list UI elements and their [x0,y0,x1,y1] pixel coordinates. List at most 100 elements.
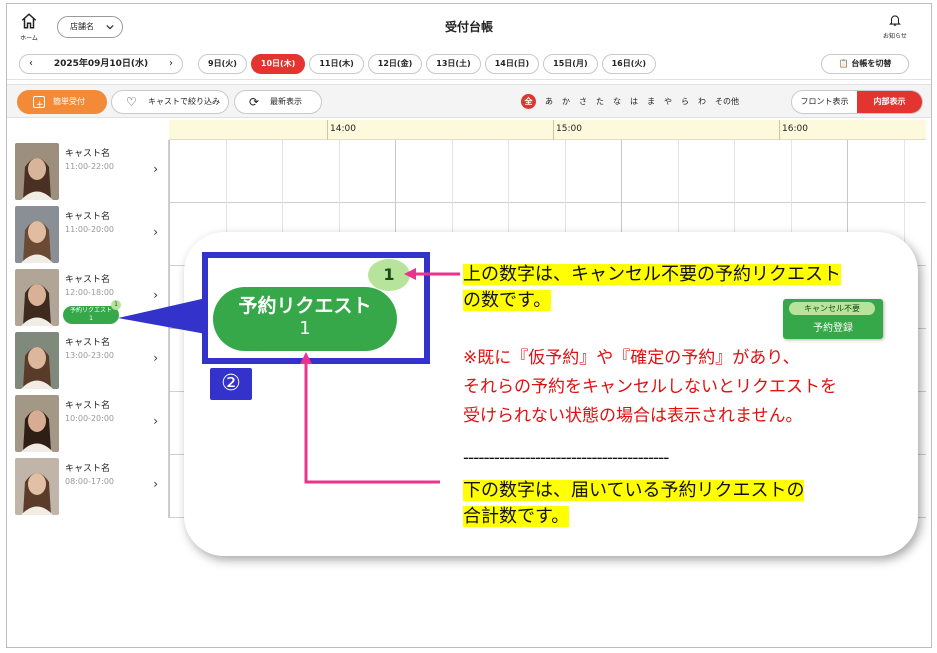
cast-hours: 11:00-20:00 [65,225,114,234]
cast-name: キャスト名 [65,338,111,348]
explanation-bottom-line1: 下の数字は、届いている予約リクエストの [463,480,805,501]
cast-cell[interactable]: キャスト名 11:00-22:00 › [11,140,169,203]
kana-filter-item[interactable]: その他 [715,96,739,107]
top-header: ホーム 店舗名 受付台帳 お知らせ [7,4,931,52]
prev-date-icon[interactable]: ‹ [29,55,33,73]
time-slot-line [169,455,170,518]
heart-icon: ♡ [126,95,137,109]
cast-cell[interactable]: キャスト名 11:00-20:00 › [11,203,169,266]
day-tab[interactable]: 15日(月) [543,54,598,74]
cancel-free-tag: キャンセル不要 [789,302,875,315]
note-line2: それらの予約をキャンセルしないとリクエストを [463,377,837,397]
cast-photo [15,395,59,452]
date-picker[interactable]: ‹ 2025年09月10日(水) › [19,54,183,74]
kana-filter-item[interactable]: は [630,96,638,107]
explanation-note: ※既に『仮予約』や『確定の予約』があり、 それらの予約をキャンセルしないとリクエ… [463,344,837,431]
hour-divider [779,120,780,140]
notice-label: お知らせ [883,33,907,40]
front-view-tab[interactable]: フロント表示 [792,91,857,113]
cast-cell[interactable]: キャスト名 10:00-20:00 › [11,392,169,455]
note-line1: ※既に『仮予約』や『確定の予約』があり、 [463,348,800,368]
time-slot-line [339,140,340,203]
day-tabs: 9日(火) 10日(木) 11日(木) 12日(金) 13日(土) 14日(日) 15日(月… [198,54,657,74]
request-label: 予約リクエスト [69,307,112,314]
time-slot-line [734,140,735,203]
day-tab[interactable]: 9日(火) [198,54,247,74]
explanation-bottom: 下の数字は、届いている予約リクエストの 合計数です。 [463,478,805,530]
day-tab[interactable]: 14日(日) [484,54,540,74]
reservation-request-button[interactable]: 予約リクエスト 1 1 [63,300,121,324]
explanation-top-line2: の数です。 [463,290,552,311]
cast-name: キャスト名 [65,212,111,222]
kana-filter-item[interactable]: た [596,96,604,107]
page-title: 受付台帳 [444,20,493,34]
cast-cell[interactable]: キャスト名 13:00-23:00 › [11,329,169,392]
chevron-right-icon[interactable]: › [153,351,158,365]
kana-filter-item[interactable]: わ [698,96,706,107]
kana-filter-item[interactable]: や [664,96,672,107]
kana-filter-item[interactable]: ま [647,96,655,107]
next-date-icon[interactable]: › [169,55,173,73]
cast-name: キャスト名 [65,401,111,411]
chevron-right-icon[interactable]: › [153,477,158,491]
time-slot-line [791,140,792,203]
step-number: ② [210,368,252,400]
hour-label: 14:00 [330,124,356,134]
time-slot-line [282,140,283,203]
cast-photo [15,206,59,263]
kana-filter-item[interactable]: か [562,96,570,107]
time-slot-line [678,140,679,203]
request-total: 1 [89,315,93,322]
explanation-top-line1: 上の数字は、キャンセル不要の予約リクエスト [463,264,841,285]
kana-filter-item[interactable]: な [613,96,621,107]
cast-hours: 12:00-18:00 [65,288,114,297]
request-button-enlarged: 予約リクエスト 1 [213,287,397,351]
bell-icon [889,15,901,26]
cast-photo [15,143,59,200]
switch-ledger-button[interactable]: 📋 台帳を切替 [821,54,909,74]
time-slot-line [169,392,170,455]
cast-name: キャスト名 [65,275,111,285]
time-slot-line [847,140,848,203]
view-toggle: フロント表示 内部表示 [791,90,923,114]
kana-filter-item[interactable]: さ [579,96,587,107]
cast-cell[interactable]: キャスト名 08:00-17:00 › [11,455,169,518]
time-slot-line [169,203,170,266]
quick-reception-label: 簡単受付 [53,97,85,106]
time-slot-line [621,140,622,203]
day-tab[interactable]: 12日(金) [367,54,423,74]
kana-filter-item[interactable]: あ [545,96,553,107]
chevron-right-icon[interactable]: › [153,162,158,176]
kana-filter-all[interactable]: 全 [521,94,536,109]
cast-name: キャスト名 [65,464,111,474]
chevron-right-icon[interactable]: › [153,414,158,428]
refresh-icon: ⟳ [249,95,260,109]
quick-reception-button[interactable]: 簡単受付 [17,90,107,117]
switch-ledger-label: 台帳を切替 [851,59,892,68]
toolbar: 簡単受付 ♡ キャストで絞り込み ⟳ 最新表示 全あかさたなはまやらわその他 フ… [7,84,931,118]
cast-photo [15,269,59,326]
add-document-icon [33,93,45,117]
cast-hours: 10:00-20:00 [65,414,114,423]
notice-button[interactable]: お知らせ [881,12,909,40]
internal-view-tab[interactable]: 内部表示 [857,91,922,113]
hour-divider [327,120,328,140]
kana-filter: 全あかさたなはまやらわその他 [521,94,739,109]
explanation-bottom-line2: 合計数です。 [463,506,570,527]
cast-hours: 13:00-23:00 [65,351,114,360]
hour-divider [553,120,554,140]
time-header: 14:00 15:00 16:00 [169,120,926,140]
cast-name: キャスト名 [65,149,111,159]
day-tab[interactable]: 13日(土) [426,54,481,74]
day-tab[interactable]: 10日(木) [250,54,306,74]
time-slot-line [565,140,566,203]
kana-filter-item[interactable]: ら [681,96,689,107]
latest-view-button[interactable]: ⟳ 最新表示 [234,90,322,114]
day-tab[interactable]: 11日(木) [309,54,364,74]
chevron-right-icon[interactable]: › [153,225,158,239]
callout-pointer [118,298,206,334]
day-tab[interactable]: 16日(火) [601,54,657,74]
time-slot-line [226,140,227,203]
register-label: 予約登録 [813,323,853,334]
cast-filter-button[interactable]: ♡ キャストで絞り込み [111,90,229,114]
